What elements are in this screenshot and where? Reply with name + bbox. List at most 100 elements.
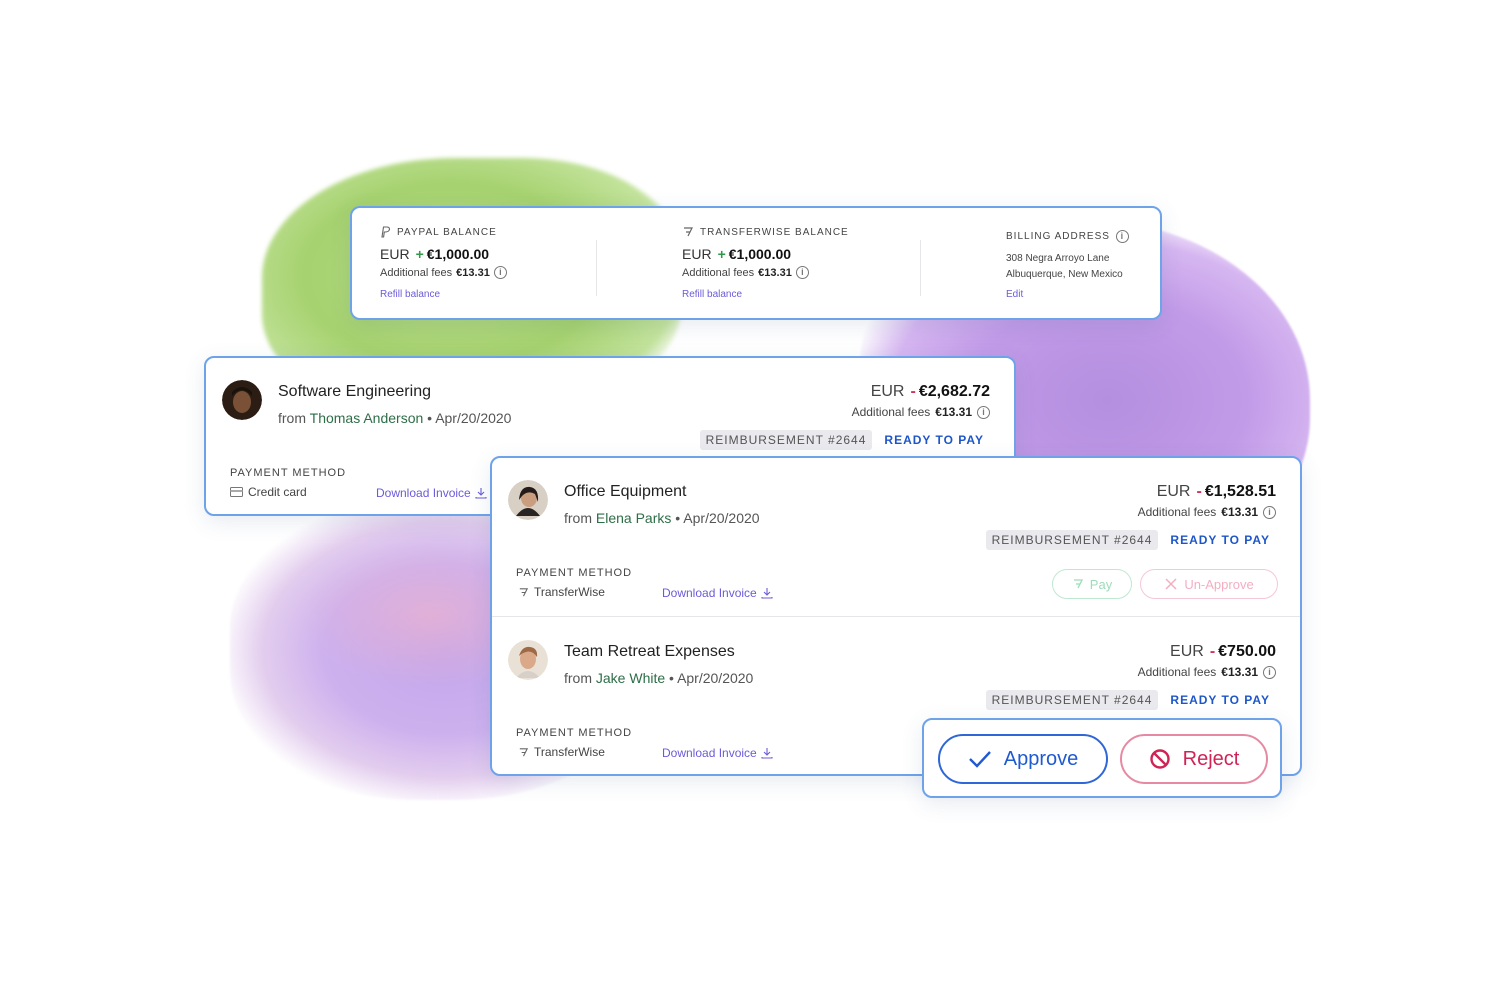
payment-method-value: Credit card (248, 485, 307, 499)
reimbursement-badge: REIMBURSEMENT #2644 (985, 530, 1159, 550)
fees-label: Additional fees (1137, 665, 1217, 679)
avatar (222, 380, 262, 420)
unapprove-button[interactable]: Un-Approve (1140, 569, 1278, 599)
download-invoice-link[interactable]: Download Invoice (376, 486, 487, 500)
unapprove-button-label: Un-Approve (1184, 576, 1254, 592)
payment-method-value: TransferWise (534, 585, 605, 599)
block-icon (1149, 749, 1170, 769)
info-icon[interactable]: i (1115, 230, 1129, 243)
credit-card-icon (230, 487, 243, 497)
transferwise-refill-link[interactable]: Refill balance (682, 289, 742, 300)
reject-button-label: Reject (1182, 747, 1240, 770)
divider (492, 616, 1300, 617)
transferwise-icon (519, 587, 529, 596)
transferwise-currency: EUR (682, 246, 712, 262)
pay-button[interactable]: Pay (1052, 569, 1132, 599)
address-line-1: 308 Negra Arroyo Lane (1006, 253, 1110, 264)
expense-amount: EUR - €1,528.51 (1157, 483, 1276, 501)
transferwise-balance-title: TRANSFERWISE BALANCE (700, 226, 849, 238)
info-icon[interactable]: i (493, 266, 507, 279)
download-icon (761, 588, 773, 599)
divider (596, 240, 597, 296)
amount-sign: - (1209, 643, 1216, 660)
avatar (508, 640, 548, 680)
fees-label: Additional fees (1137, 505, 1217, 519)
paypal-fees-label: Additional fees (380, 266, 453, 279)
expense-date: Apr/20/2020 (677, 670, 754, 686)
fees-value: €13.31 (1221, 505, 1258, 519)
pay-button-label: Pay (1089, 576, 1113, 592)
amount-value: €2,682.72 (918, 383, 990, 400)
approve-button-label: Approve (1003, 747, 1079, 770)
expense-date: Apr/20/2020 (683, 510, 760, 526)
expense-title: Team Retreat Expenses (564, 643, 735, 660)
currency: EUR (870, 383, 905, 400)
paypal-currency: EUR (380, 246, 410, 262)
amount-value: €1,528.51 (1204, 483, 1276, 500)
payment-method-label: PAYMENT METHOD (230, 467, 347, 479)
status-badge: READY TO PAY (1170, 533, 1270, 547)
paypal-sign: + (415, 246, 424, 262)
fees-label: Additional fees (851, 405, 931, 419)
fees-value: €13.31 (1221, 665, 1258, 679)
amount-sign: - (1196, 483, 1202, 500)
download-invoice-label: Download Invoice (376, 486, 471, 500)
transferwise-fees-value: €13.31 (758, 266, 792, 279)
expense-title: Software Engineering (278, 383, 431, 400)
paypal-amount: €1,000.00 (426, 246, 490, 262)
info-icon[interactable]: i (795, 266, 809, 279)
from-label: from (564, 510, 592, 526)
info-icon[interactable]: i (1263, 505, 1276, 519)
transferwise-icon (519, 747, 529, 756)
transferwise-balance: TRANSFERWISE BALANCE EUR + €1,000.00 Addit… (682, 226, 849, 302)
expense-amount: EUR - €750.00 (1170, 643, 1276, 661)
requester-name[interactable]: Thomas Anderson (310, 410, 424, 426)
avatar (508, 480, 548, 520)
billing-edit-link[interactable]: Edit (1006, 289, 1023, 300)
payment-method-label: PAYMENT METHOD (516, 727, 633, 739)
approve-button[interactable]: Approve (938, 734, 1108, 784)
paypal-balance: PAYPAL BALANCE EUR + €1,000.00 Additional … (380, 226, 507, 302)
balances-card: PAYPAL BALANCE EUR + €1,000.00 Additional … (350, 206, 1162, 320)
status-badge: READY TO PAY (884, 433, 984, 447)
billing-address-title: BILLING ADDRESS (1006, 231, 1110, 242)
download-invoice-label: Download Invoice (662, 746, 757, 760)
reimbursement-badge: REIMBURSEMENT #2644 (985, 690, 1159, 710)
info-icon[interactable]: i (977, 405, 990, 419)
currency: EUR (1170, 643, 1204, 660)
checkmark-icon (968, 751, 991, 768)
download-invoice-label: Download Invoice (662, 586, 757, 600)
transferwise-amount: €1,000.00 (728, 246, 792, 262)
download-icon (761, 748, 773, 759)
close-icon (1165, 578, 1177, 590)
requester-name[interactable]: Elena Parks (596, 510, 671, 526)
amount-sign: - (910, 383, 916, 400)
transferwise-icon (1073, 579, 1083, 589)
transferwise-fees-label: Additional fees (682, 266, 755, 279)
reject-button[interactable]: Reject (1120, 734, 1268, 784)
expense-title: Office Equipment (564, 483, 687, 500)
download-invoice-link[interactable]: Download Invoice (662, 746, 773, 760)
payment-method-label: PAYMENT METHOD (516, 567, 633, 579)
currency: EUR (1156, 483, 1191, 500)
from-label: from (278, 410, 306, 426)
billing-address: BILLING ADDRESS i 308 Negra Arroyo Lane … (1006, 230, 1129, 302)
status-badge: READY TO PAY (1170, 693, 1270, 707)
reimbursement-badge: REIMBURSEMENT #2644 (699, 430, 873, 450)
paypal-refill-link[interactable]: Refill balance (380, 289, 440, 300)
divider (920, 240, 921, 296)
payment-method-value: TransferWise (534, 745, 605, 759)
paypal-balance-title: PAYPAL BALANCE (397, 226, 497, 238)
download-invoice-link[interactable]: Download Invoice (662, 586, 773, 600)
from-label: from (564, 670, 592, 686)
info-icon[interactable]: i (1263, 665, 1276, 679)
approval-actions: Approve Reject (922, 718, 1282, 798)
download-icon (475, 488, 487, 499)
address-line-2: Albuquerque, New Mexico (1006, 269, 1123, 280)
paypal-icon (381, 226, 391, 238)
transferwise-icon (684, 227, 693, 237)
expense-date: Apr/20/2020 (435, 410, 512, 426)
paypal-fees-value: €13.31 (456, 266, 490, 279)
requester-name[interactable]: Jake White (596, 670, 665, 686)
fees-value: €13.31 (935, 405, 972, 419)
